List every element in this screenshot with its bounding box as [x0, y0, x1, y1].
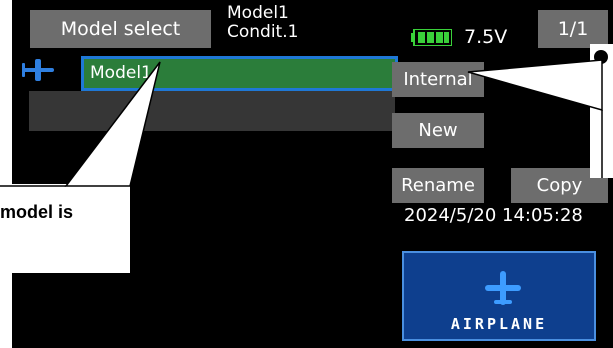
callout-pointers — [0, 59, 603, 187]
